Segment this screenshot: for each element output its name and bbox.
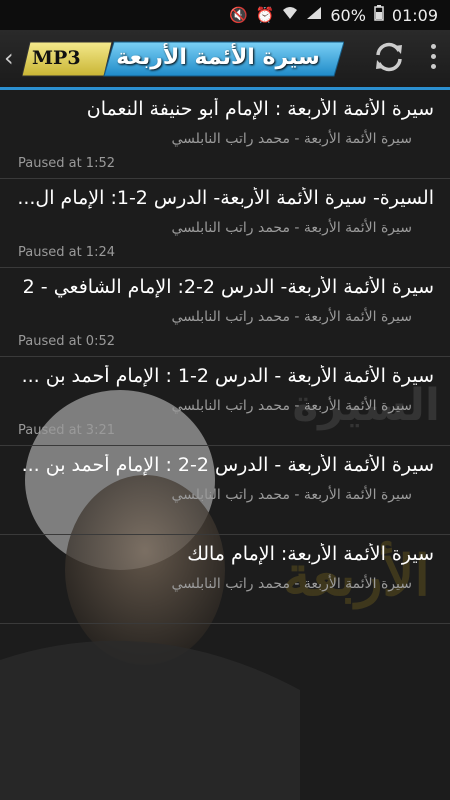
item-subtitle: سيرة الأئمة الأربعة - محمد راتب النابلسي: [171, 220, 412, 236]
item-title: سيرة الأئمة الأربعة - الدرس 2-1 : الإمام…: [21, 365, 434, 387]
mute-icon: 🔇: [228, 6, 248, 24]
refresh-icon[interactable]: [372, 40, 406, 74]
status-bar: 🔇 ⏰ 60% 01:09: [0, 0, 450, 30]
list-item[interactable]: سيرة الأئمة الأربعة - الدرس 2-1 : الإمام…: [0, 357, 450, 446]
item-subtitle: سيرة الأئمة الأربعة - محمد راتب النابلسي: [171, 487, 412, 503]
item-title: سيرة الأئمة الأربعة - الدرس 2-2 : الإمام…: [21, 454, 434, 476]
item-subtitle: سيرة الأئمة الأربعة - محمد راتب النابلسي: [171, 398, 412, 414]
item-subtitle: سيرة الأئمة الأربعة - محمد راتب النابلسي: [171, 131, 412, 147]
action-bar: ‹ MP3 سيرة الأئمة الأربعة: [0, 30, 450, 90]
overflow-menu-icon[interactable]: [428, 44, 438, 74]
item-status: Paused at 3:21: [18, 423, 116, 438]
alarm-icon: ⏰: [255, 6, 275, 24]
list-item[interactable]: سيرة الأئمة الأربعة - الدرس 2-2 : الإمام…: [0, 446, 450, 535]
back-chevron-icon[interactable]: ‹: [4, 44, 14, 72]
list-item[interactable]: سيرة الأئمة الأربعة: الإمام مالك سيرة ال…: [0, 535, 450, 624]
app-banner: MP3 سيرة الأئمة الأربعة: [22, 40, 344, 78]
app-title: سيرة الأئمة الأربعة: [116, 45, 320, 70]
item-title: سيرة الأئمة الأربعة- الدرس 2-2: الإمام ا…: [22, 276, 434, 298]
battery-percent: 60%: [330, 5, 366, 25]
clock: 01:09: [391, 5, 438, 25]
wifi-icon: [282, 6, 298, 24]
item-subtitle: سيرة الأئمة الأربعة - محمد راتب النابلسي: [171, 309, 412, 325]
list-item[interactable]: السيرة- سيرة الأئمة الأربعة- الدرس 2-1: …: [0, 179, 450, 268]
item-status: Paused at 1:24: [18, 245, 116, 260]
signal-icon: [306, 6, 322, 24]
item-title: سيرة الأئمة الأربعة: الإمام مالك: [187, 543, 434, 565]
mp3-badge: MP3: [32, 47, 81, 69]
episode-list: سيرة الأئمة الأربعة : الإمام أبو حنيفة ا…: [0, 90, 450, 624]
item-status: Paused at 1:52: [18, 156, 116, 171]
item-subtitle: سيرة الأئمة الأربعة - محمد راتب النابلسي: [171, 576, 412, 592]
battery-icon: [374, 5, 384, 25]
item-status: Paused at 0:52: [18, 334, 116, 349]
item-title: السيرة- سيرة الأئمة الأربعة- الدرس 2-1: …: [17, 187, 434, 209]
item-title: سيرة الأئمة الأربعة : الإمام أبو حنيفة ا…: [86, 98, 434, 120]
list-item[interactable]: سيرة الأئمة الأربعة- الدرس 2-2: الإمام ا…: [0, 268, 450, 357]
list-item[interactable]: سيرة الأئمة الأربعة : الإمام أبو حنيفة ا…: [0, 90, 450, 179]
